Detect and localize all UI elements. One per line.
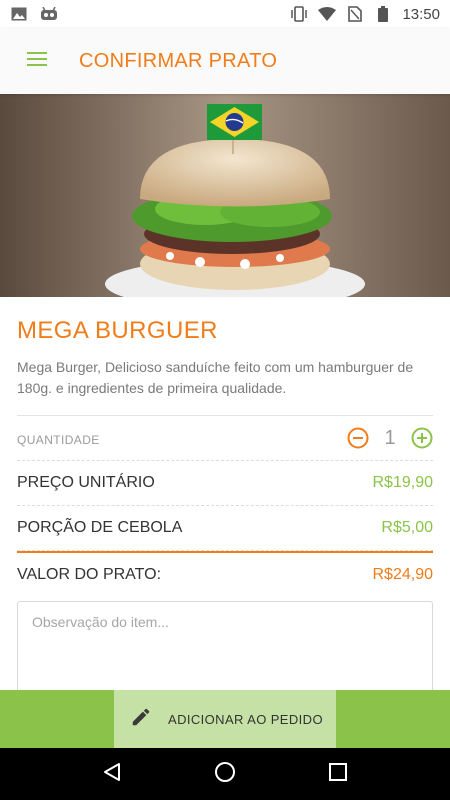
- pencil-icon: [130, 706, 152, 733]
- quantity-stepper: 1: [347, 427, 433, 450]
- hamburger-menu-icon: [27, 51, 47, 71]
- navigation-bar: [0, 748, 450, 800]
- minus-circle-icon[interactable]: [347, 427, 369, 449]
- page-title: CONFIRMAR PRATO: [79, 49, 278, 72]
- price-row-onion: PORÇÃO DE CEBOLA R$5,00: [17, 506, 433, 551]
- total-row: VALOR DO PRATO: R$24,90: [17, 551, 433, 597]
- menu-button[interactable]: [17, 41, 57, 81]
- dish-name: MEGA BURGUER: [17, 317, 218, 344]
- add-to-order-label: ADICIONAR AO PEDIDO: [168, 711, 323, 727]
- plus-circle-icon[interactable]: [411, 427, 433, 449]
- total-label: VALOR DO PRATO:: [17, 566, 162, 583]
- wifi-icon: [318, 5, 337, 23]
- dish-description: Mega Burger, Delicioso sanduíche feito c…: [17, 359, 414, 396]
- vibrate-icon: [290, 5, 308, 23]
- back-icon: [103, 762, 121, 787]
- price-label: PREÇO UNITÁRIO: [17, 474, 155, 491]
- android-debug-icon: [40, 5, 58, 23]
- image-icon: [10, 5, 28, 23]
- dish-image: [0, 94, 450, 297]
- dish-details: MEGA BURGUER Mega Burger, Delicioso sand…: [0, 297, 450, 716]
- total-value: R$24,90: [372, 566, 434, 583]
- back-button[interactable]: [92, 754, 132, 794]
- add-to-order-button[interactable]: ADICIONAR AO PEDIDO: [114, 690, 336, 748]
- home-icon: [214, 761, 236, 788]
- no-sim-icon: [346, 5, 364, 23]
- price-label: PORÇÃO DE CEBOLA: [17, 519, 183, 536]
- app-bar: CONFIRMAR PRATO: [0, 28, 450, 94]
- action-bar: ADICIONAR AO PEDIDO: [0, 690, 450, 748]
- battery-icon: [374, 5, 392, 23]
- status-time: 13:50: [402, 5, 440, 23]
- quantity-value: 1: [384, 426, 396, 449]
- status-bar: 13:50: [0, 0, 450, 28]
- recents-button[interactable]: [318, 754, 358, 794]
- recents-icon: [329, 762, 348, 786]
- price-value: R$19,90: [372, 474, 434, 491]
- price-row-unit: PREÇO UNITÁRIO R$19,90: [17, 461, 433, 506]
- home-button[interactable]: [205, 754, 245, 794]
- quantity-row: QUANTIDADE 1: [17, 415, 433, 461]
- price-value: R$5,00: [381, 519, 433, 536]
- quantity-label: QUANTIDADE: [17, 433, 100, 447]
